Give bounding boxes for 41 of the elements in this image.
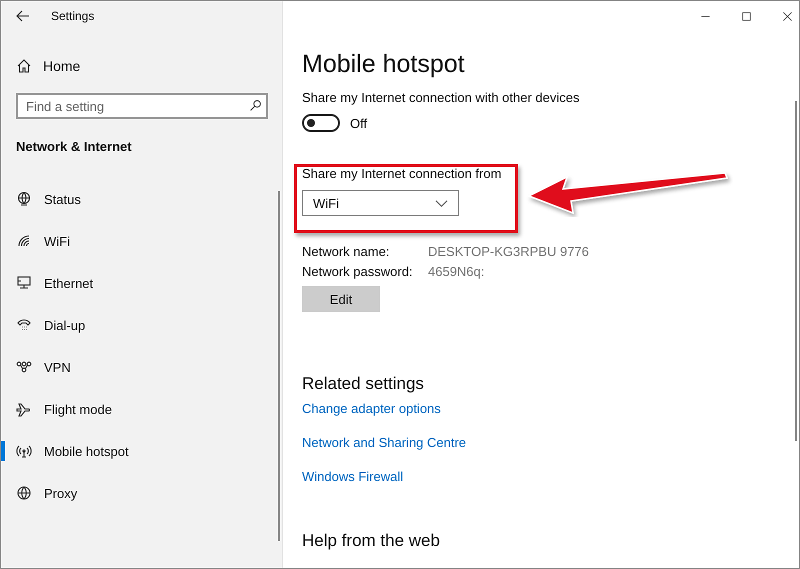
home-item[interactable]: Home <box>1 48 282 84</box>
search-field[interactable]: Find a setting <box>16 93 268 119</box>
sidebar-item[interactable]: VPN <box>1 346 282 388</box>
maximize-icon[interactable] <box>741 10 752 22</box>
sidebar-item[interactable]: Dial-up <box>1 304 282 346</box>
settings-link[interactable]: Windows Firewall <box>302 460 404 494</box>
sidebar-item[interactable]: Status <box>1 178 282 220</box>
phone-icon <box>16 317 32 333</box>
settings-link[interactable]: Change adapter options <box>302 392 441 426</box>
globe-icon <box>16 485 32 501</box>
airplane-icon <box>16 401 32 417</box>
monitor-icon <box>16 275 32 291</box>
globe-monitor-icon <box>16 191 32 207</box>
sidebar-item[interactable]: Proxy <box>1 472 282 514</box>
dropdown-label: Share my Internet connection from <box>302 165 502 183</box>
toggle-label: Share my Internet connection with other devices <box>302 89 580 107</box>
source-dropdown[interactable]: WiFi <box>302 190 459 216</box>
window-title: Settings <box>51 9 94 23</box>
toggle-state: Off <box>350 116 368 130</box>
detail-label: Network password: <box>302 264 414 278</box>
search-icon <box>249 99 262 112</box>
section-heading: Network & Internet <box>16 138 133 156</box>
wifi-icon <box>16 233 32 249</box>
network-nodes-icon <box>16 359 32 375</box>
sidebar-item[interactable]: Mobile hotspot <box>1 430 282 472</box>
close-icon[interactable] <box>782 10 793 22</box>
sidebar-item[interactable]: Flight mode <box>1 388 282 430</box>
edit-button[interactable]: Edit <box>302 286 380 312</box>
detail-label: Network name: <box>302 244 390 258</box>
sidebar-item[interactable]: Ethernet <box>1 262 282 304</box>
page-title: Mobile hotspot <box>302 49 465 80</box>
section-heading: Related settings <box>302 374 424 394</box>
detail-value: DESKTOP-KG3RPBU 9776 <box>428 244 589 258</box>
back-arrow-icon[interactable] <box>15 8 31 24</box>
settings-link[interactable]: Network and Sharing Centre <box>302 426 466 460</box>
toggle-switch[interactable] <box>302 114 340 132</box>
home-icon <box>16 58 32 74</box>
sidebar-item[interactable]: WiFi <box>1 220 282 262</box>
detail-value: 4659N6q: <box>428 264 486 278</box>
section-heading: Help from the web <box>302 530 440 552</box>
broadcast-icon <box>16 443 32 459</box>
